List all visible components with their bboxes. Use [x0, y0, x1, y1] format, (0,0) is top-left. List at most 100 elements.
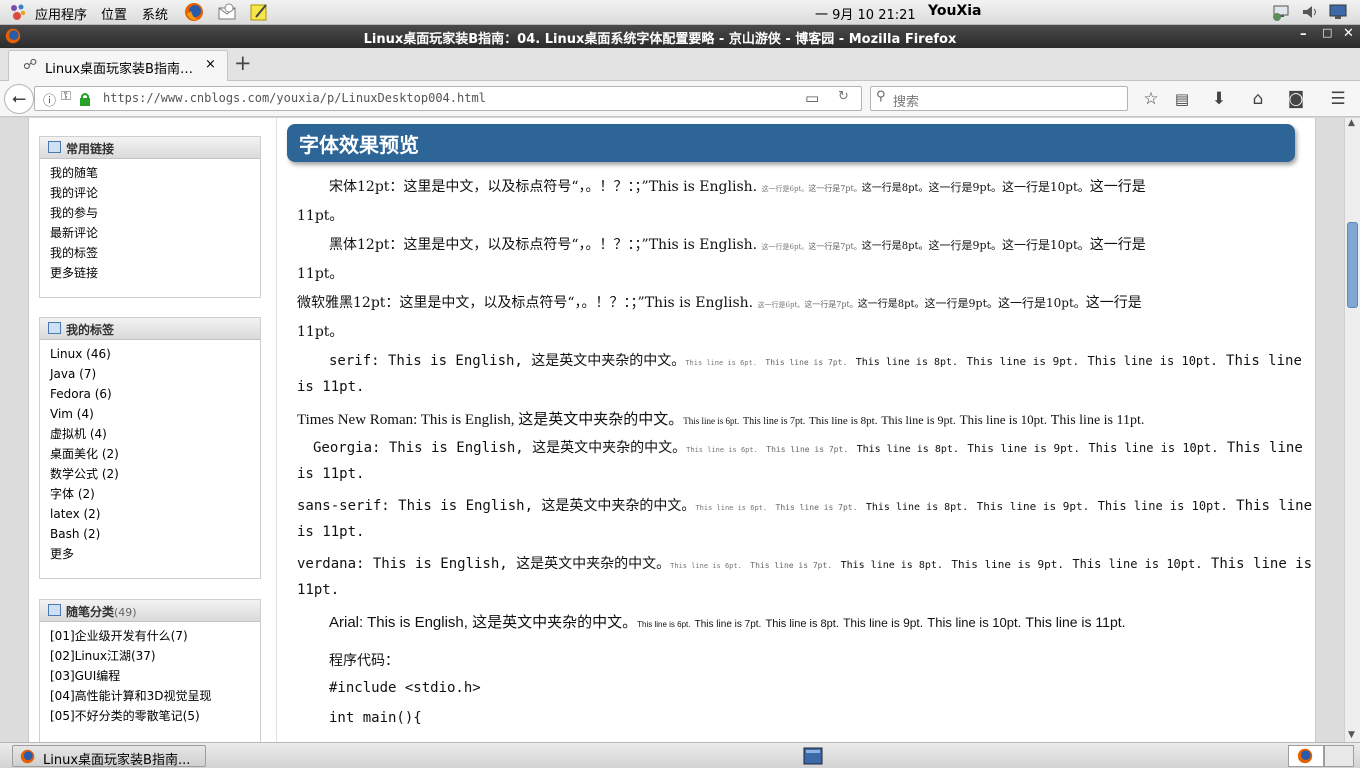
reader-view-icon[interactable]: ▭	[805, 89, 819, 107]
sample-line-arial: Arial: This is English, 这是英文中夹杂的中文。This …	[329, 611, 1126, 632]
list-item[interactable]: [05]不好分类的零散笔记(5)	[50, 706, 260, 726]
list-item[interactable]: 字体 (2)	[50, 484, 260, 504]
scroll-up-icon[interactable]: ▲	[1348, 118, 1355, 128]
taskbar-window-button[interactable]: Linux桌面玩家装B指南...	[12, 745, 206, 768]
mail-launcher-icon[interactable]	[217, 2, 237, 22]
sample-line-yahei: 微软雅黑12pt：这里是中文，以及标点符号“，。！？：；”This is Eng…	[297, 292, 1142, 312]
list-item[interactable]: 我的参与	[50, 203, 260, 223]
size-7pt: This line is 7pt.	[743, 416, 806, 427]
site-info-icon[interactable]: ⓘ	[43, 90, 56, 109]
list-item[interactable]: Linux (46)	[50, 344, 260, 364]
workspace-2[interactable]	[1324, 745, 1354, 767]
workspace-1[interactable]	[1288, 745, 1324, 767]
menu-system[interactable]: 系统	[142, 4, 168, 23]
url-text[interactable]: https://www.cnblogs.com/youxia/p/LinuxDe…	[103, 91, 486, 105]
sample-line-songti: 宋体12pt：这里是中文，以及标点符号“，。！？：；”This is Engli…	[329, 176, 1146, 196]
list-item[interactable]: 最新评论	[50, 223, 260, 243]
workspace-switcher-icon[interactable]	[803, 746, 823, 766]
size-11pt: This line is 11pt.	[1025, 614, 1126, 630]
list-item[interactable]: 更多链接	[50, 263, 260, 283]
scroll-down-icon[interactable]: ▼	[1348, 730, 1355, 740]
new-tab-button[interactable]: +	[234, 51, 252, 75]
home-icon[interactable]: ⌂	[1246, 87, 1270, 111]
size-11pt: This line	[1226, 440, 1303, 456]
window-title: Linux桌面玩家装B指南：04. Linux桌面系统字体配置要略 - 京山游侠…	[363, 32, 957, 47]
size-11pt: 这一行是	[1089, 237, 1146, 253]
list-item[interactable]: [01]企业级开发有什么(7)	[50, 626, 260, 646]
sample-line-wrap: 11pt。	[297, 208, 344, 224]
menu-applications[interactable]: 应用程序	[35, 4, 87, 23]
sample-line-wrap: is 11pt.	[297, 524, 365, 540]
secure-lock-icon[interactable]	[79, 92, 91, 106]
taskbar-window-label: Linux桌面玩家装B指南...	[43, 753, 191, 768]
key-icon: ⚿	[61, 89, 71, 104]
reload-icon[interactable]: ↻	[838, 89, 849, 104]
section-heading: 字体效果预览	[287, 124, 1295, 162]
size-6pt: This line is 6pt.	[637, 620, 691, 629]
list-item[interactable]: latex (2)	[50, 504, 260, 524]
sidebox-title: 常用链接	[66, 142, 115, 156]
size-6pt: 这一行是6pt。	[761, 243, 809, 251]
list-item[interactable]: Fedora (6)	[50, 384, 260, 404]
sample-prefix: 黑体12pt：这里是中文，以及标点符号“，。！？：；”This is Engli…	[329, 237, 758, 253]
size-10pt: 这一行是10pt。	[1002, 180, 1090, 194]
size-9pt: 这一行是9pt。	[924, 297, 999, 310]
maximize-button[interactable]: □	[1322, 26, 1332, 39]
applications-foot-icon[interactable]	[8, 2, 28, 22]
url-bar[interactable]: ⓘ ⚿ https://www.cnblogs.com/youxia/p/Lin…	[34, 86, 862, 111]
size-10pt: This line is 10pt.	[1072, 557, 1203, 571]
size-10pt: 这一行是10pt。	[1002, 238, 1090, 252]
list-item[interactable]: Vim (4)	[50, 404, 260, 424]
sample-line-wrap: is 11pt.	[297, 466, 365, 482]
list-item[interactable]: 更多	[50, 544, 260, 564]
list-item[interactable]: [03]GUI编程	[50, 666, 260, 686]
list-item[interactable]: [04]高性能计算和3D视觉呈现	[50, 686, 260, 706]
tab-active[interactable]: ☍ Linux桌面玩家装B指南… ×	[8, 50, 228, 81]
size-8pt: 这一行是8pt。	[857, 299, 925, 310]
size-10pt: 这一行是10pt。	[998, 296, 1086, 310]
scrollbar-thumb[interactable]	[1347, 222, 1358, 308]
list-item[interactable]: 虚拟机 (4)	[50, 424, 260, 444]
minimize-button[interactable]: –	[1300, 27, 1307, 42]
sample-prefix: Georgia: This is English, 这是英文中夹杂的中文。	[313, 440, 687, 456]
list-item[interactable]: 数学公式 (2)	[50, 464, 260, 484]
volume-icon[interactable]	[1300, 2, 1320, 22]
list-item[interactable]: [02]Linux江湖(37)	[50, 646, 260, 666]
back-button[interactable]: ⭠	[4, 84, 34, 114]
downloads-icon[interactable]: ⬇	[1207, 87, 1231, 111]
tags-list: Linux (46) Java (7) Fedora (6) Vim (4) 虚…	[40, 340, 260, 570]
list-item[interactable]: 我的评论	[50, 183, 260, 203]
calendar-icon	[48, 604, 61, 616]
window-titlebar[interactable]: Linux桌面玩家装B指南：04. Linux桌面系统字体配置要略 - 京山游侠…	[0, 25, 1360, 48]
list-item[interactable]: 我的标签	[50, 243, 260, 263]
bottom-panel: Linux桌面玩家装B指南...	[0, 742, 1360, 768]
size-9pt: 这一行是9pt。	[928, 181, 1003, 194]
size-8pt: This line is 8pt.	[809, 415, 878, 427]
bookmark-star-icon[interactable]: ☆	[1139, 87, 1163, 111]
network-icon[interactable]	[1272, 2, 1292, 22]
size-6pt: 这一行是6pt。	[761, 185, 809, 193]
list-item[interactable]: 我的随笔	[50, 163, 260, 183]
top-panel: 应用程序 位置 系统 一 9月 10 21:21 YouXia	[0, 0, 1360, 25]
notes-launcher-icon[interactable]	[249, 2, 269, 22]
sample-line-serif: serif: This is English, 这是英文中夹杂的中文。This …	[329, 350, 1302, 370]
size-8pt: 这一行是8pt。	[861, 241, 929, 252]
tab-close-icon[interactable]: ×	[205, 57, 216, 72]
menu-places[interactable]: 位置	[101, 4, 127, 23]
article-content: 字体效果预览 宋体12pt：这里是中文，以及标点符号“，。！？：；”This i…	[287, 118, 1312, 742]
firefox-launcher-icon[interactable]	[184, 2, 204, 22]
page-scrollbar[interactable]: ▲ ▼	[1344, 118, 1360, 742]
pocket-icon[interactable]: ◙	[1284, 87, 1308, 111]
blog-page: 常用链接 我的随笔 我的评论 我的参与 最新评论 我的标签 更多链接 我的标签 …	[28, 118, 1316, 742]
size-7pt: 这一行是7pt。	[804, 300, 858, 309]
list-item[interactable]: Bash (2)	[50, 524, 260, 544]
user-name[interactable]: YouXia	[928, 3, 981, 19]
clock[interactable]: 一 9月 10 21:21	[815, 4, 916, 23]
close-window-button[interactable]: ✕	[1343, 26, 1354, 41]
list-item[interactable]: Java (7)	[50, 364, 260, 384]
list-item[interactable]: 桌面美化 (2)	[50, 444, 260, 464]
display-settings-icon[interactable]	[1328, 2, 1348, 22]
search-bar[interactable]: ⚲ 搜索	[870, 86, 1128, 111]
reading-list-icon[interactable]: ▤	[1170, 87, 1194, 111]
menu-hamburger-icon[interactable]: ☰	[1326, 87, 1350, 111]
